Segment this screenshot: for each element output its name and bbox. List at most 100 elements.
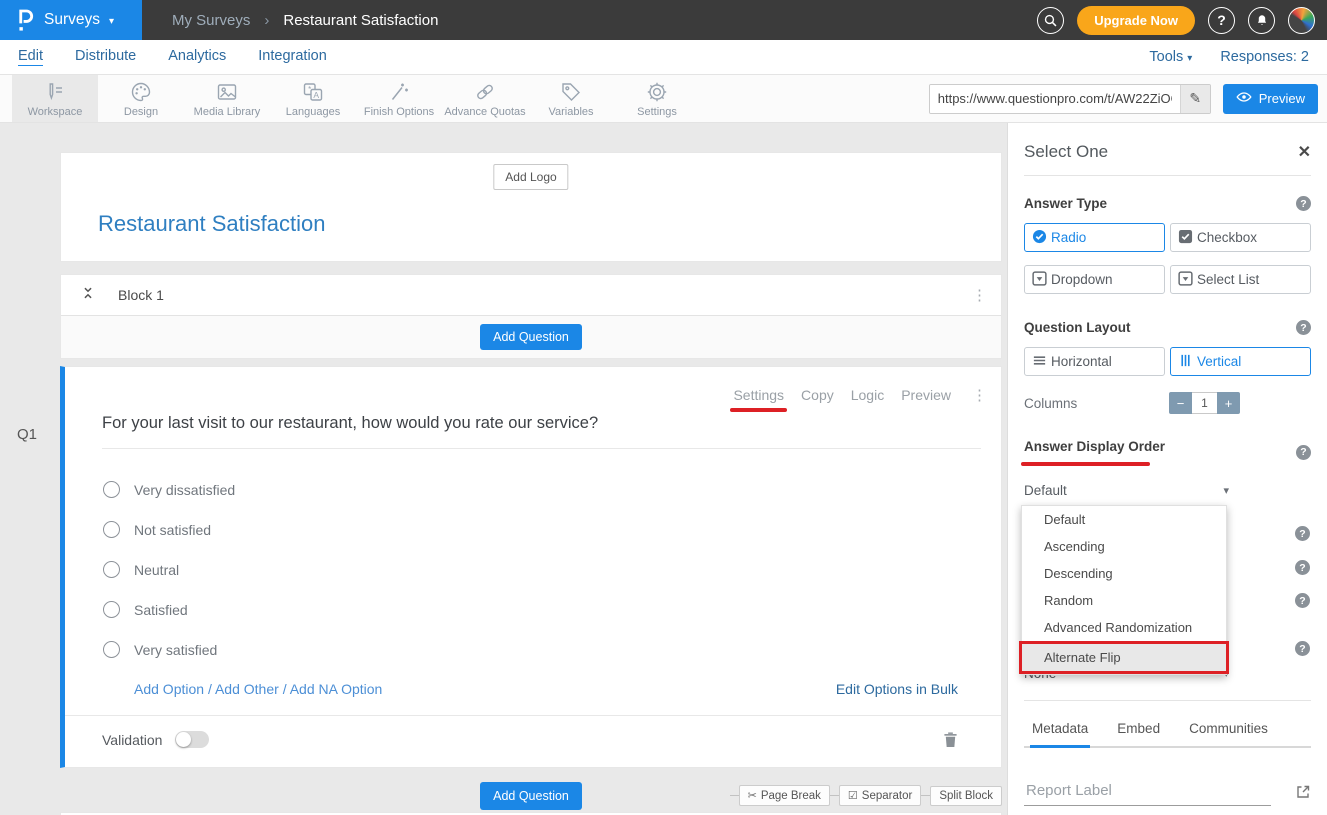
- report-label-input[interactable]: [1024, 778, 1271, 806]
- toolbar-finish-options[interactable]: Finish Options: [356, 75, 442, 122]
- help-icon[interactable]: ?: [1296, 445, 1311, 460]
- upgrade-now-button[interactable]: Upgrade Now: [1077, 6, 1195, 35]
- help-icon[interactable]: ?: [1295, 560, 1310, 575]
- layout-vertical[interactable]: Vertical: [1170, 347, 1311, 376]
- toolbar-variables[interactable]: Variables: [528, 75, 614, 122]
- columns-value-input[interactable]: [1192, 392, 1217, 414]
- image-icon: [215, 80, 239, 104]
- search-icon[interactable]: [1037, 7, 1064, 34]
- close-icon[interactable]: ✕: [1298, 142, 1311, 162]
- dropdown-option-descending[interactable]: Descending: [1022, 560, 1226, 587]
- toolbar-media-library[interactable]: Media Library: [184, 75, 270, 122]
- help-icon[interactable]: ?: [1208, 7, 1235, 34]
- help-icon[interactable]: ?: [1296, 320, 1311, 335]
- question-text[interactable]: For your last visit to our restaurant, h…: [102, 414, 961, 433]
- radio-icon[interactable]: [103, 561, 120, 578]
- block-name[interactable]: Block 1: [118, 287, 164, 303]
- help-icon[interactable]: ?: [1295, 641, 1310, 656]
- survey-url-input[interactable]: [930, 85, 1180, 113]
- answer-option-row[interactable]: Very dissatisfied: [65, 481, 1001, 498]
- layout-horizontal[interactable]: Horizontal: [1024, 347, 1165, 376]
- radio-icon[interactable]: [103, 521, 120, 538]
- product-menu[interactable]: Surveys ▾: [0, 0, 142, 40]
- add-other-link[interactable]: Add Other: [215, 681, 279, 697]
- add-option-link[interactable]: Add Option: [134, 681, 204, 697]
- add-question-button-bottom[interactable]: Add Question: [480, 782, 582, 810]
- add-na-option-link[interactable]: Add NA Option: [290, 681, 383, 697]
- answer-option-row[interactable]: Very satisfied: [65, 641, 1001, 658]
- tab-edit[interactable]: Edit: [18, 48, 43, 66]
- columns-label: Columns: [1024, 396, 1169, 411]
- answer-display-order-label: Answer Display Order: [1024, 439, 1165, 454]
- answer-type-checkbox[interactable]: Checkbox: [1170, 223, 1311, 252]
- dropdown-option-default[interactable]: Default: [1022, 506, 1226, 533]
- columns-decrement-button[interactable]: −: [1169, 392, 1192, 414]
- product-name: Surveys: [44, 11, 100, 29]
- validation-toggle[interactable]: [175, 731, 209, 748]
- display-order-select[interactable]: Default ▾: [1024, 483, 1229, 498]
- toolbar-settings[interactable]: Settings: [614, 75, 700, 122]
- dropdown-option-alternate-flip[interactable]: Alternate Flip: [1019, 641, 1229, 674]
- block-card: Block 1 ⋮ Add Question: [60, 274, 1002, 359]
- survey-title[interactable]: Restaurant Satisfaction: [98, 211, 325, 237]
- panel-tab-metadata[interactable]: Metadata: [1030, 713, 1090, 748]
- answer-type-select-list[interactable]: Select List: [1170, 265, 1311, 294]
- translate-icon: *A: [301, 80, 325, 104]
- tab-distribute[interactable]: Distribute: [75, 48, 136, 66]
- question-tab-copy[interactable]: Copy: [801, 387, 834, 403]
- panel-tab-communities[interactable]: Communities: [1187, 713, 1270, 746]
- answer-option-row[interactable]: Neutral: [65, 561, 1001, 578]
- answer-type-radio[interactable]: Radio: [1024, 223, 1165, 252]
- question-tab-preview[interactable]: Preview: [901, 387, 951, 403]
- breadcrumb-my-surveys[interactable]: My Surveys: [172, 12, 250, 29]
- page-break-button[interactable]: ✂Page Break: [739, 785, 830, 806]
- add-logo-button[interactable]: Add Logo: [493, 164, 568, 190]
- answer-type-dropdown[interactable]: Dropdown: [1024, 265, 1165, 294]
- dropdown-option-ascending[interactable]: Ascending: [1022, 533, 1226, 560]
- answer-option-row[interactable]: Not satisfied: [65, 521, 1001, 538]
- add-question-button-top[interactable]: Add Question: [480, 324, 582, 350]
- dropdown-option-random[interactable]: Random: [1022, 587, 1226, 614]
- columns-increment-button[interactable]: +: [1217, 392, 1240, 414]
- toolbar-advance-quotas[interactable]: Advance Quotas: [442, 75, 528, 122]
- tools-menu[interactable]: Tools ▾: [1149, 49, 1192, 65]
- radio-icon[interactable]: [103, 641, 120, 658]
- question-divider: [102, 448, 981, 449]
- survey-nav: Edit Distribute Analytics Integration To…: [0, 40, 1327, 75]
- scissors-icon: ✂: [748, 789, 757, 802]
- toolbar-design[interactable]: Design: [98, 75, 184, 122]
- radio-icon[interactable]: [103, 481, 120, 498]
- tab-analytics[interactable]: Analytics: [168, 48, 226, 66]
- svg-text:A: A: [313, 90, 319, 100]
- split-block-button[interactable]: Split Block: [930, 786, 1002, 806]
- help-icon[interactable]: ?: [1295, 526, 1310, 541]
- edit-url-pencil-icon[interactable]: ✎: [1180, 85, 1210, 113]
- question-tab-settings[interactable]: Settings: [733, 387, 784, 403]
- chevron-down-icon: ▾: [1223, 484, 1229, 497]
- delete-question-trash-icon[interactable]: [943, 731, 958, 748]
- toolbar-languages[interactable]: *A Languages: [270, 75, 356, 122]
- question-code: Q1: [17, 426, 37, 443]
- help-icon[interactable]: ?: [1296, 196, 1311, 211]
- notifications-bell-icon[interactable]: [1248, 7, 1275, 34]
- question-menu-dots-icon[interactable]: ⋮: [972, 388, 987, 403]
- collapse-block-icon[interactable]: [81, 284, 95, 307]
- user-avatar[interactable]: [1288, 7, 1315, 34]
- help-icon[interactable]: ?: [1295, 593, 1310, 608]
- editor-toolbar: Workspace Design Media Library *A Langua…: [0, 75, 1327, 123]
- block-menu-dots-icon[interactable]: ⋮: [972, 288, 987, 303]
- expand-icon[interactable]: [1295, 784, 1311, 800]
- edit-options-in-bulk-link[interactable]: Edit Options in Bulk: [836, 681, 958, 697]
- responses-link[interactable]: Responses: 2: [1220, 49, 1309, 65]
- answer-option-row[interactable]: Satisfied: [65, 601, 1001, 618]
- breadcrumb-separator-icon: ›: [264, 12, 269, 29]
- question-tab-logic[interactable]: Logic: [851, 387, 884, 403]
- preview-button[interactable]: Preview: [1223, 84, 1318, 114]
- check-circle-icon: [1032, 229, 1047, 247]
- tab-integration[interactable]: Integration: [258, 48, 327, 66]
- radio-icon[interactable]: [103, 601, 120, 618]
- toolbar-workspace[interactable]: Workspace: [12, 75, 98, 122]
- dropdown-option-advanced-randomization[interactable]: Advanced Randomization: [1022, 614, 1226, 641]
- separator-button[interactable]: ☑Separator: [839, 785, 921, 806]
- panel-tab-embed[interactable]: Embed: [1115, 713, 1162, 746]
